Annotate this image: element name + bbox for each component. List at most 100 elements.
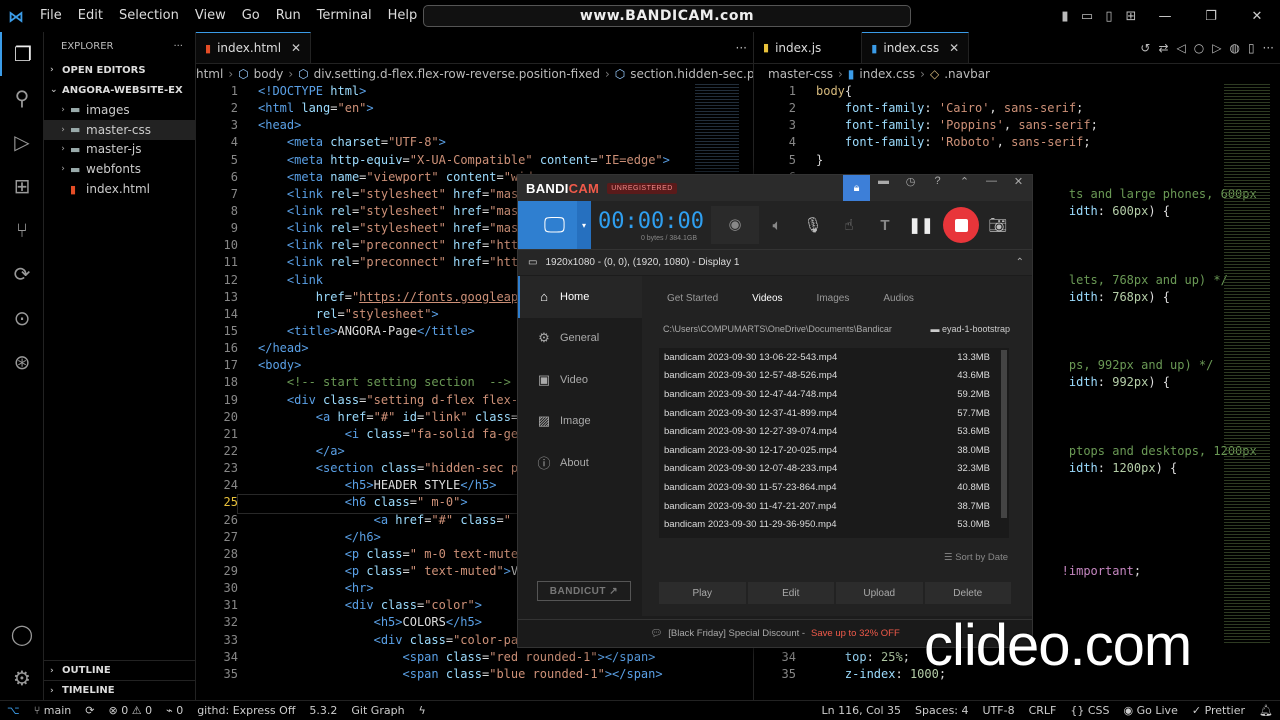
branch-status[interactable]: ⑂ main <box>27 704 79 717</box>
notifications-icon[interactable]: 🔔︎ <box>1252 704 1280 717</box>
screen-mode-button[interactable]: 🖵︎ ▾ <box>518 201 591 249</box>
explorer-icon[interactable]: ❐ <box>0 32 44 76</box>
lock-icon[interactable]: 🔒︎ <box>843 175 870 201</box>
source-control-icon[interactable]: ⑂ <box>0 208 44 252</box>
menu-file[interactable]: File <box>32 0 70 32</box>
list-item[interactable]: bandicam 2023-09-30 12-47-44-748.mp4 59.2… <box>659 385 1009 404</box>
text-overlay-icon[interactable]: T <box>867 217 903 234</box>
githd-status[interactable]: githd: Express Off <box>190 704 302 717</box>
list-item[interactable]: bandicam 2023-09-30 12-37-41-899.mp4 57.7… <box>659 404 1009 423</box>
list-item[interactable]: bandicam 2023-09-30 13-06-22-543.mp4 13.3… <box>659 348 1009 367</box>
close-tab-icon[interactable]: ✕ <box>291 41 301 55</box>
clock-icon[interactable]: ◷ <box>897 175 924 201</box>
screenshot-camera-icon[interactable]: 📷︎ <box>983 216 1013 234</box>
list-item[interactable]: bandicam 2023-09-30 11-29-36-950.mp4 53.0… <box>659 515 1009 534</box>
output-path[interactable]: C:\Users\COMPUMARTS\OneDrive\Documents\B… <box>642 320 1032 338</box>
output-folder[interactable]: ▬ eyad-1-bootstrap <box>930 324 1010 334</box>
next-change-icon[interactable]: ▷ <box>1212 41 1221 55</box>
breadcrumb-section[interactable]: section.hidden-sec.p-3.bg-light <box>630 67 753 81</box>
compare-icon[interactable]: ⇄ <box>1158 41 1168 55</box>
tab-images[interactable]: Images <box>817 293 850 304</box>
menu-selection[interactable]: Selection <box>111 0 187 32</box>
breadcrumb-html[interactable]: html <box>196 67 223 81</box>
eol-status[interactable]: CRLF <box>1022 704 1064 717</box>
sync-icon[interactable]: ⟳ <box>78 704 101 717</box>
history-icon[interactable]: ↺ <box>1140 41 1150 55</box>
account-icon[interactable]: ◯ <box>0 612 44 656</box>
extensions-icon[interactable]: ⊞ <box>0 164 44 208</box>
tab-index-css[interactable]: ▮ index.css ✕ <box>862 32 970 63</box>
nav-video[interactable]: ▣ Video <box>518 359 642 401</box>
open-editors-section[interactable]: › OPEN EDITORS <box>44 60 195 80</box>
preview-icon[interactable]: ◍ <box>1229 41 1239 55</box>
help-icon[interactable]: ? <box>924 175 951 201</box>
encoding-status[interactable]: UTF-8 <box>976 704 1022 717</box>
nav-general[interactable]: ⚙ General <box>518 318 642 360</box>
close-icon[interactable]: ✕ <box>1005 175 1032 201</box>
more-actions-icon[interactable]: ··· <box>173 41 183 52</box>
webcam-icon[interactable]: ◉ <box>711 206 759 244</box>
cursor-effects-icon[interactable]: ☝︎ <box>831 216 867 234</box>
prettier-status[interactable]: ✓ Prettier <box>1185 704 1252 717</box>
stop-record-button[interactable] <box>943 207 979 243</box>
bandicut-button[interactable]: BANDICUT ↗ <box>537 581 631 601</box>
delete-button[interactable]: Delete <box>924 582 1011 604</box>
unregistered-badge[interactable]: UNREGISTERED <box>607 182 677 194</box>
close-tab-icon[interactable]: ✕ <box>949 41 959 55</box>
toggle-secondary-sidebar-icon[interactable]: ▯ <box>1098 9 1120 24</box>
list-scrollbar[interactable] <box>1001 350 1007 518</box>
chevron-down-icon[interactable]: ▾ <box>577 201 591 249</box>
collapse-icon[interactable]: ⌃ <box>951 175 978 201</box>
nav-about[interactable]: ⓘ About <box>518 442 642 484</box>
search-icon[interactable]: ⚲ <box>0 76 44 120</box>
version-status[interactable]: 5.3.2 <box>302 704 344 717</box>
git-history-icon[interactable]: ⊛ <box>0 340 44 384</box>
restore-icon[interactable]: ❐ <box>1188 9 1234 24</box>
tab-audios[interactable]: Audios <box>883 293 914 304</box>
tree-file-index-html[interactable]: ▮ index.html <box>44 179 195 199</box>
command-center-search[interactable]: www.BANDICAM.com <box>423 5 911 27</box>
tab-get-started[interactable]: Get Started <box>667 293 718 304</box>
list-item[interactable]: bandicam 2023-09-30 11-57-23-864.mp4 40.8… <box>659 478 1009 497</box>
lightning-icon[interactable]: ϟ <box>412 704 433 717</box>
chevron-up-icon[interactable]: ⌃ <box>1016 257 1024 268</box>
tab-index-js[interactable]: ▮ index.js <box>754 32 863 63</box>
resolution-bar[interactable]: ▭ 1920x1080 - (0, 0), (1920, 1080) - Dis… <box>518 249 1032 275</box>
manage-gear-icon[interactable]: ⚙ <box>0 656 44 700</box>
menu-help[interactable]: Help <box>380 0 426 32</box>
menu-terminal[interactable]: Terminal <box>309 0 380 32</box>
list-item[interactable]: bandicam 2023-09-30 12-57-48-526.mp4 43.6… <box>659 367 1009 386</box>
cursor-position[interactable]: Ln 116, Col 35 <box>815 704 909 717</box>
project-section[interactable]: ⌄ ANGORA-WEBSITE-EX <box>44 80 195 100</box>
play-button[interactable]: Play <box>659 582 746 604</box>
tree-folder-master-css[interactable]: › ▬ master-css <box>44 119 195 140</box>
tree-folder-images[interactable]: › ▬ images <box>44 100 195 120</box>
menu-run[interactable]: Run <box>268 0 309 32</box>
outline-section[interactable]: › OUTLINE <box>44 660 195 680</box>
menu-edit[interactable]: Edit <box>70 0 111 32</box>
timeline-section[interactable]: › TIMELINE <box>44 680 195 700</box>
upload-button[interactable]: Upload <box>836 582 923 604</box>
pause-button[interactable]: ❚❚ <box>903 216 939 234</box>
problems-status[interactable]: ⊗ 0 ⚠ 0 <box>102 704 160 717</box>
live-share-icon[interactable]: ⟳ <box>0 252 44 296</box>
breadcrumb-folder[interactable]: master-css <box>768 67 833 81</box>
tab-videos[interactable]: Videos <box>752 293 782 304</box>
sort-by-date-button[interactable]: ☰ Sort by Date <box>944 552 1008 563</box>
list-item[interactable]: bandicam 2023-09-30 11-47-21-207.mp4 38.7… <box>659 497 1009 516</box>
toggle-sidebar-icon[interactable]: ▮ <box>1054 9 1076 24</box>
breadcrumb-body[interactable]: body <box>254 67 284 81</box>
list-item[interactable]: bandicam 2023-09-30 12-07-48-233.mp4 32.3… <box>659 460 1009 479</box>
breadcrumb-file[interactable]: index.css <box>859 67 915 81</box>
minimize-icon[interactable]: — <box>1142 9 1188 24</box>
customize-layout-icon[interactable]: ⊞ <box>1120 9 1142 24</box>
breadcrumb-selector[interactable]: .navbar <box>944 67 990 81</box>
speaker-icon[interactable]: 🔈︎ <box>759 217 795 234</box>
minimize-icon[interactable]: — <box>978 175 1005 201</box>
previous-change-icon[interactable]: ◁ <box>1177 41 1186 55</box>
nav-image[interactable]: ▨ Image <box>518 401 642 443</box>
split-editor-icon[interactable]: ▯ <box>1248 41 1255 55</box>
run-debug-icon[interactable]: ▷ <box>0 120 44 164</box>
ports-status[interactable]: ⌁ 0 <box>159 704 190 717</box>
nav-home[interactable]: ⌂ Home <box>518 276 642 318</box>
